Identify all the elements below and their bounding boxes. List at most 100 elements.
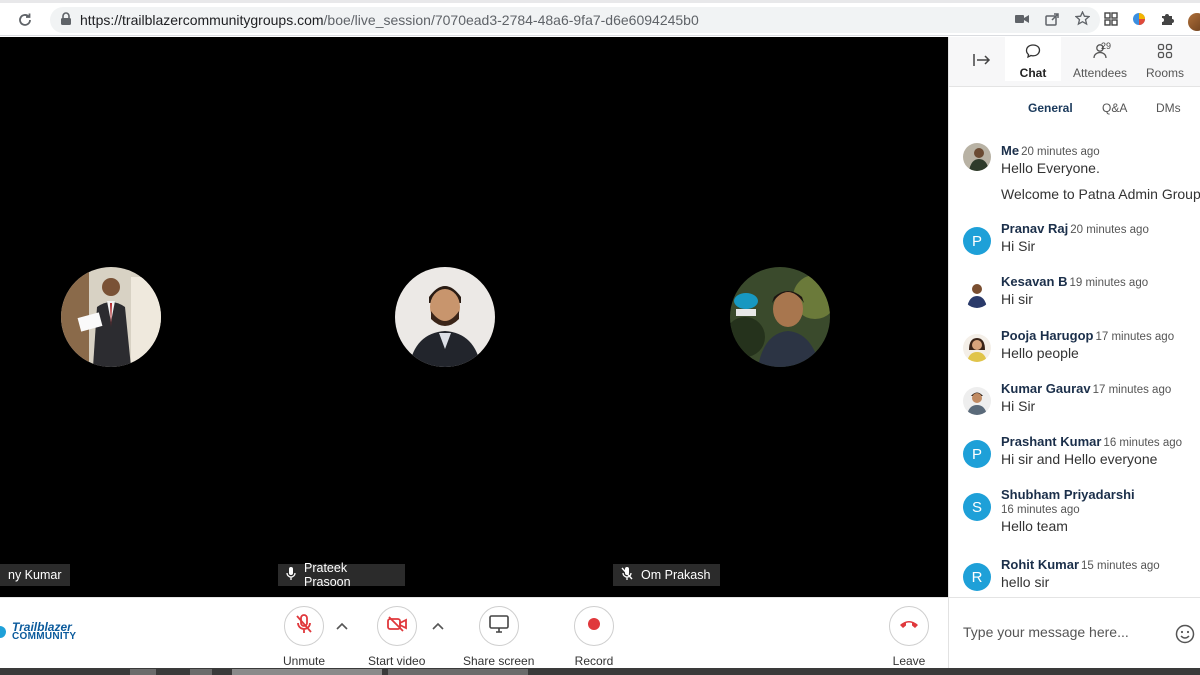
participant-name: Prateek Prasoon: [304, 561, 351, 589]
message-time: 16 minutes ago: [1001, 504, 1080, 516]
lock-icon: [60, 12, 72, 31]
star-icon[interactable]: [1074, 10, 1091, 31]
taskbar-item[interactable]: [190, 669, 212, 675]
start-video-button[interactable]: Start video: [368, 606, 425, 668]
message-time: 16 minutes ago: [1103, 437, 1183, 449]
record-button[interactable]: Record: [574, 606, 614, 668]
unmute-button[interactable]: Unmute: [283, 606, 325, 668]
avatar: R: [963, 563, 991, 591]
url-path: /boe/live_session/7070ead3-2784-48a6-9fa…: [323, 12, 699, 28]
message-text: Welcome to Patna Admin Group: [1001, 186, 1200, 202]
message-text: Hello team: [1001, 518, 1068, 534]
tab-rooms[interactable]: Rooms: [1139, 43, 1191, 80]
puzzle-icon[interactable]: [1160, 12, 1174, 31]
record-icon: [587, 617, 601, 636]
subtab-qa[interactable]: Q&A: [1102, 101, 1127, 115]
attendees-count-badge: 29: [1101, 41, 1112, 51]
tab-rooms-label: Rooms: [1145, 66, 1184, 80]
side-panel: Chat 29 Attendees Rooms General Q&A DMs …: [948, 37, 1200, 668]
collapse-panel-icon[interactable]: [973, 53, 991, 72]
message-time: 19 minutes ago: [1069, 277, 1149, 289]
subtab-dms[interactable]: DMs: [1156, 101, 1181, 115]
leave-label: Leave: [892, 654, 926, 668]
extension-grid-icon[interactable]: [1104, 12, 1118, 31]
camera-icon[interactable]: [1015, 12, 1029, 30]
profile-avatar[interactable]: [1188, 12, 1200, 31]
message-text: Hi sir: [1001, 291, 1033, 307]
avatar: [963, 143, 991, 171]
chat-message-input[interactable]: [963, 624, 1163, 640]
participant-avatar: [395, 267, 495, 367]
grid-icon: [1157, 43, 1173, 62]
start-video-label: Start video: [368, 654, 426, 668]
subtab-general[interactable]: General: [1028, 101, 1073, 115]
chat-bubble-icon: [1025, 43, 1041, 62]
message-author: Prashant Kumar: [1001, 434, 1102, 449]
message-time: 17 minutes ago: [1095, 331, 1175, 343]
message-author: Pooja Harugop: [1001, 328, 1094, 343]
message-author: Kesavan B: [1001, 274, 1068, 289]
meeting-toolbar: Trailblazer COMMUNITY Unmute Start video…: [0, 597, 948, 668]
message-text: Hello people: [1001, 345, 1079, 361]
message-author: Me: [1001, 143, 1020, 158]
microphone-icon: [286, 567, 296, 583]
avatar: P: [963, 440, 991, 468]
chat-compose-bar: [949, 597, 1200, 668]
chevron-up-icon[interactable]: [430, 618, 446, 634]
tab-chat[interactable]: Chat: [1005, 37, 1061, 81]
reload-icon[interactable]: [14, 9, 36, 31]
url-host: https://trailblazercommunitygroups.com: [80, 12, 324, 28]
message-text: Hello Everyone.: [1001, 160, 1100, 176]
message-text: Hi sir and Hello everyone: [1001, 451, 1158, 467]
share-icon[interactable]: [1045, 12, 1059, 31]
message-text: Hi Sir: [1001, 398, 1036, 414]
message-text: hello sir: [1001, 574, 1050, 590]
panel-tab-bar: Chat 29 Attendees Rooms: [949, 37, 1200, 87]
participant-name-tag: Prateek Prasoon: [278, 561, 405, 589]
participant-name-tag: Om Prakash: [613, 564, 720, 586]
share-screen-label: Share screen: [463, 654, 535, 668]
message-author: Shubham Priyadarshi: [1001, 487, 1135, 502]
avatar: [963, 387, 991, 415]
participant-name: ny Kumar: [8, 568, 62, 582]
unmute-label: Unmute: [283, 654, 326, 668]
message-author: Kumar Gaurav: [1001, 381, 1091, 396]
avatar: [963, 334, 991, 362]
message-time: 20 minutes ago: [1070, 224, 1149, 236]
avatar: [963, 280, 991, 308]
monitor-icon: [488, 614, 509, 638]
avatar: P: [963, 227, 991, 255]
hang-up-icon: [898, 617, 920, 635]
taskbar-item[interactable]: [388, 669, 528, 675]
taskbar-item[interactable]: [232, 669, 382, 675]
taskbar-item[interactable]: [130, 669, 156, 675]
participant-name: Om Prakash: [641, 568, 711, 582]
message-time: 15 minutes ago: [1081, 560, 1160, 572]
share-screen-button[interactable]: Share screen: [463, 606, 534, 668]
emoji-icon[interactable]: [1175, 624, 1195, 649]
address-bar[interactable]: https://trailblazercommunitygroups.com/b…: [50, 7, 1100, 33]
chat-message-list: Me 20 minutes ago Hello Everyone. Welcome…: [949, 133, 1200, 597]
message-author: Rohit Kumar: [1001, 557, 1079, 572]
microphone-off-icon: [295, 613, 313, 639]
os-taskbar: [0, 668, 1200, 675]
leave-button[interactable]: Leave: [889, 606, 929, 668]
message-time: 17 minutes ago: [1092, 384, 1172, 396]
message-author: Pranav Raj: [1001, 221, 1069, 236]
record-label: Record: [574, 654, 614, 668]
url-text: https://trailblazercommunitygroups.com/b…: [80, 12, 699, 28]
participant-name-tag: ny Kumar: [0, 564, 70, 586]
message-time: 20 minutes ago: [1021, 146, 1100, 158]
tab-attendees[interactable]: 29 Attendees: [1071, 41, 1129, 80]
message-text: Hi Sir: [1001, 238, 1036, 254]
video-stage: ny Kumar Prateek Prasoon Om Prakash: [0, 37, 948, 597]
participant-avatar: [730, 267, 830, 367]
colorful-extension-icon[interactable]: [1132, 12, 1146, 31]
microphone-muted-icon: [621, 567, 633, 583]
video-off-icon: [386, 615, 407, 637]
chevron-up-icon[interactable]: [334, 618, 350, 634]
trailblazer-logo: Trailblazer COMMUNITY: [0, 621, 77, 642]
brand-line2: COMMUNITY: [12, 631, 77, 642]
browser-toolbar: https://trailblazercommunitygroups.com/b…: [0, 0, 1200, 36]
participant-avatar: [61, 267, 161, 367]
